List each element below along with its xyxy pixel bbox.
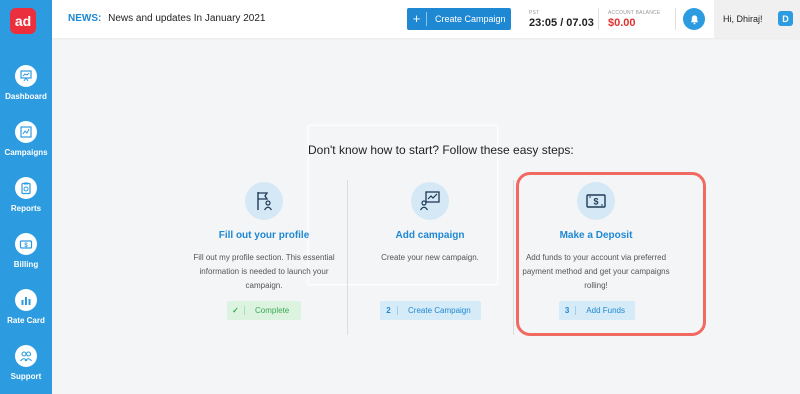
people-icon	[15, 345, 37, 367]
avatar: D	[778, 11, 793, 26]
top-header: NEWS: News and updates In January 2021 +…	[52, 0, 800, 38]
checkmark-icon: ✓	[227, 306, 245, 315]
step-description: Add funds to your account via preferred …	[522, 253, 670, 290]
user-menu[interactable]: Hi, Dhiraj! D	[714, 0, 800, 38]
chart-icon	[15, 121, 37, 143]
step-description: Create your new campaign.	[381, 253, 479, 262]
sidebar-item-reports[interactable]: Reports	[0, 174, 52, 224]
button-label: Create Campaign	[408, 306, 471, 315]
sidebar-item-label: Rate Card	[7, 316, 45, 325]
pst-label: PST	[529, 10, 540, 16]
profile-flag-icon	[245, 182, 283, 220]
sidebar-item-label: Reports	[10, 204, 42, 213]
step-title: Fill out your profile	[218, 230, 310, 241]
sidebar-item-rate-card[interactable]: Rate Card	[0, 286, 52, 336]
create-campaign-button[interactable]: + Create Campaign	[407, 8, 511, 30]
add-funds-button[interactable]: 3 Add Funds	[559, 301, 635, 320]
account-balance[interactable]: ACCOUNT BALANCE $0.00	[608, 10, 660, 29]
notifications-bell-icon[interactable]	[683, 8, 705, 30]
step-make-deposit: $ Make a Deposit Add funds to your accou…	[514, 182, 678, 293]
button-label: Add Funds	[586, 306, 625, 315]
header-divider	[598, 8, 599, 30]
sidebar-item-support[interactable]: Support	[0, 342, 52, 392]
step-fill-profile: Fill out your profile Fill out my profil…	[182, 182, 346, 293]
button-label: Complete	[255, 306, 290, 315]
sidebar-item-label: Billing	[13, 260, 39, 269]
complete-button[interactable]: ✓ Complete	[227, 301, 301, 320]
pst-value: 23:05 / 07.03	[529, 17, 594, 29]
presentation-board-icon	[15, 65, 37, 87]
balance-label: ACCOUNT BALANCE	[608, 10, 661, 16]
step-add-campaign: Add campaign Create your new campaign.	[348, 182, 512, 265]
app-logo[interactable]: ad	[10, 8, 36, 34]
onboarding-headline: Don't know how to start? Follow these ea…	[308, 143, 574, 157]
sidebar-item-billing[interactable]: $ Billing	[0, 230, 52, 280]
pst-clock: PST 23:05 / 07.03	[529, 10, 594, 29]
step-number: 3	[559, 306, 577, 315]
news-text[interactable]: News and updates In January 2021	[108, 13, 265, 24]
header-divider	[675, 8, 676, 30]
news-ticker[interactable]: NEWS: News and updates In January 2021	[68, 13, 265, 24]
create-campaign-label: Create Campaign	[435, 14, 506, 24]
step-title: Make a Deposit	[559, 230, 633, 241]
create-campaign-step-button[interactable]: 2 Create Campaign	[380, 301, 481, 320]
campaign-chart-icon	[411, 182, 449, 220]
step-number: 2	[380, 306, 398, 315]
step-title: Add campaign	[395, 230, 465, 241]
sidebar-item-label: Dashboard	[5, 92, 47, 101]
deposit-money-icon: $	[577, 182, 615, 220]
plus-icon: +	[407, 12, 427, 26]
svg-text:$: $	[593, 197, 598, 207]
sidebar-item-dashboard[interactable]: Dashboard	[0, 62, 52, 112]
user-greeting: Hi, Dhiraj!	[723, 14, 763, 24]
balance-value: $0.00	[608, 17, 636, 29]
sidebar-item-campaigns[interactable]: Campaigns	[0, 118, 52, 168]
news-label: NEWS:	[68, 13, 102, 24]
clipboard-icon	[15, 177, 37, 199]
sidebar-item-label: Support	[10, 372, 42, 381]
bar-chart-icon	[15, 289, 37, 311]
sidebar: ad Dashboard Campaigns Reports $ Billing…	[0, 0, 52, 394]
step-description: Fill out my profile section. This essent…	[193, 253, 335, 290]
sidebar-item-label: Campaigns	[4, 148, 48, 157]
money-icon: $	[15, 233, 37, 255]
